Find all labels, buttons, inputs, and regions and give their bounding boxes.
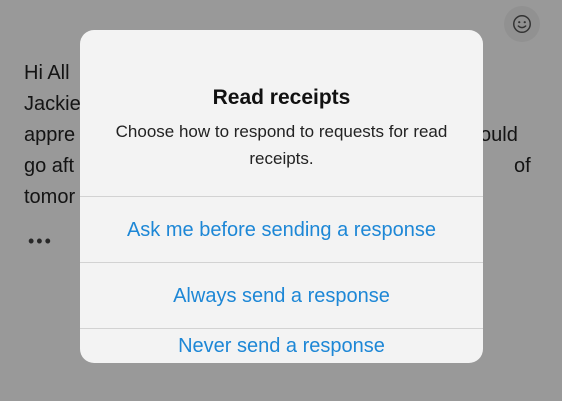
always-send-button[interactable]: Always send a response — [80, 262, 483, 329]
dialog-title: Read receipts — [212, 86, 351, 109]
ask-before-sending-button[interactable]: Ask me before sending a response — [80, 196, 483, 263]
never-send-button[interactable]: Never send a response — [80, 328, 483, 363]
read-receipts-dialog: Read receipts Choose how to respond to r… — [80, 30, 483, 363]
dialog-message: Choose how to respond to requests for re… — [115, 122, 448, 168]
